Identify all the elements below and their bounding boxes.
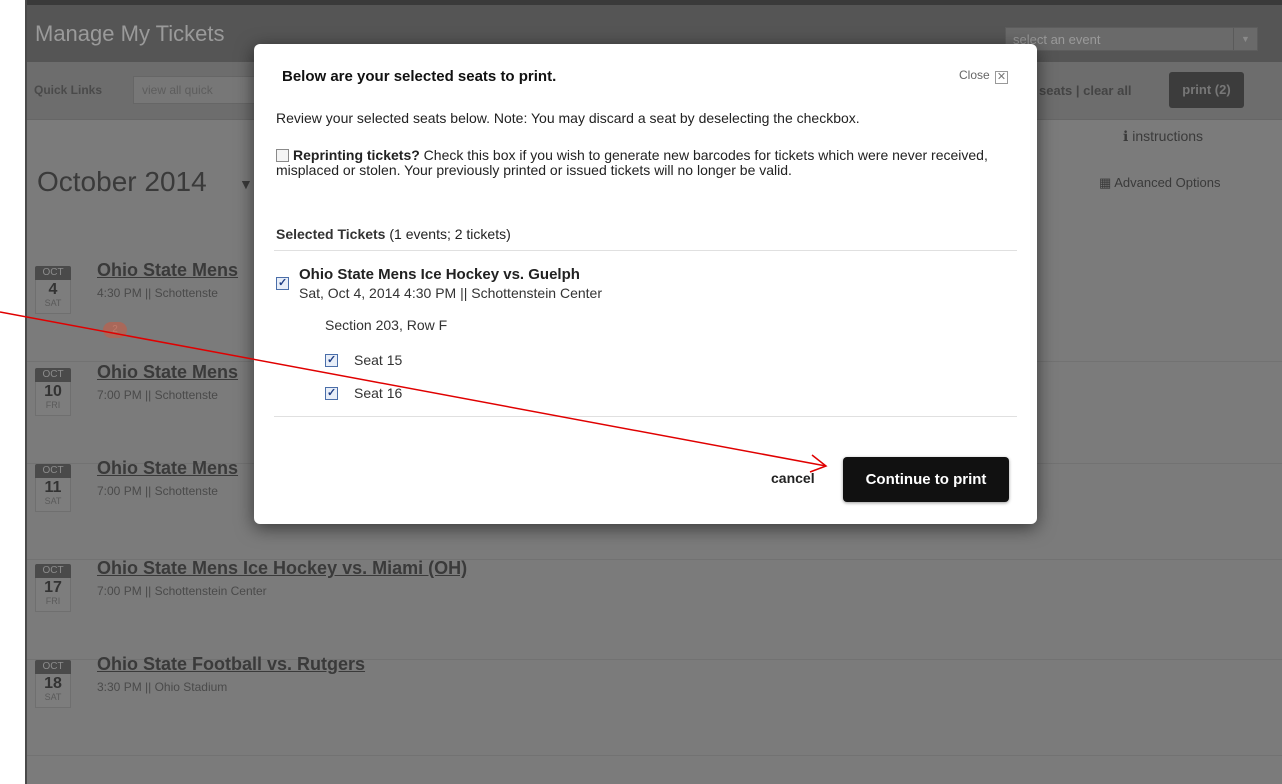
date-weekday: FRI — [45, 400, 61, 410]
close-label: Close — [959, 68, 990, 82]
advanced-options-link[interactable]: ▦ Advanced Options — [1099, 175, 1220, 191]
close-button[interactable]: Close ✕ — [959, 68, 1009, 84]
ticket-event-subtitle: Sat, Oct 4, 2014 4:30 PM || Schottenstei… — [299, 285, 602, 301]
event-select[interactable]: select an event ▼ — [1005, 27, 1258, 51]
event-subtitle: 7:00 PM || Schottenstein Center — [97, 584, 267, 598]
date-badge: OCT 4 SAT — [35, 266, 71, 314]
event-title-link[interactable]: Ohio State Mens — [97, 458, 238, 479]
instructions-link[interactable]: ℹ instructions — [1123, 128, 1203, 145]
date-weekday: FRI — [45, 596, 61, 606]
event-title-link[interactable]: Ohio State Mens — [97, 260, 238, 281]
ticket-event-title: Ohio State Mens Ice Hockey vs. Guelph — [299, 266, 580, 283]
instructions-label: instructions — [1132, 128, 1204, 144]
date-weekday: SAT — [44, 298, 62, 308]
divider — [274, 250, 1017, 251]
selected-tickets-heading: Selected Tickets (1 events; 2 tickets) — [276, 226, 511, 242]
date-day: 10 — [44, 383, 62, 400]
date-month: OCT — [35, 564, 71, 578]
event-title-link[interactable]: Ohio State Football vs. Rutgers — [97, 654, 365, 675]
caret-down-icon[interactable]: ▼ — [239, 176, 253, 192]
divider — [274, 416, 1017, 417]
print-button[interactable]: print (2) — [1169, 72, 1244, 108]
date-day: 11 — [44, 479, 62, 496]
page-title: Manage My Tickets — [35, 21, 225, 46]
date-badge: OCT 10 FRI — [35, 368, 71, 416]
date-day: 4 — [48, 281, 58, 298]
chevron-down-icon[interactable]: ▼ — [1233, 28, 1257, 50]
date-badge: OCT 18 SAT — [35, 660, 71, 708]
date-month: OCT — [35, 464, 71, 478]
grid-icon: ▦ — [1099, 175, 1112, 190]
print-seats-dialog: Below are your selected seats to print. … — [254, 44, 1037, 524]
event-subtitle: 3:30 PM || Ohio Stadium — [97, 680, 228, 694]
seat-item: Seat 16 — [325, 385, 402, 401]
event-subtitle: 7:00 PM || Schottenste — [97, 484, 218, 498]
date-weekday: SAT — [44, 692, 62, 702]
date-month: OCT — [35, 266, 71, 280]
date-day: 17 — [44, 579, 62, 596]
close-icon[interactable]: ✕ — [995, 71, 1009, 84]
event-row[interactable]: OCT 18 SAT Ohio State Football vs. Rutger… — [27, 654, 1282, 756]
seat-item: Seat 15 — [325, 352, 402, 368]
seat-checkbox[interactable] — [325, 353, 338, 367]
month-heading[interactable]: October 2014 — [37, 166, 207, 198]
event-title-link[interactable]: Ohio State Mens Ice Hockey vs. Miami (OH… — [97, 558, 467, 579]
event-subtitle: 4:30 PM || Schottenste — [97, 286, 218, 300]
seat-checkbox[interactable] — [325, 386, 338, 400]
seats-clear-links[interactable]: seats | clear all — [1039, 83, 1132, 98]
date-day: 18 — [44, 675, 62, 692]
info-icon: ℹ — [1123, 128, 1129, 144]
dialog-note: Review your selected seats below. Note: … — [276, 110, 860, 126]
event-title-link[interactable]: Ohio State Mens — [97, 362, 238, 383]
advanced-options-label: Advanced Options — [1114, 175, 1221, 190]
ticket-count-badge: 2 — [103, 322, 127, 338]
date-month: OCT — [35, 368, 71, 382]
event-row[interactable]: OCT 17 FRI Ohio State Mens Ice Hockey vs.… — [27, 558, 1282, 660]
quick-links-input[interactable]: view all quick — [133, 76, 263, 104]
date-month: OCT — [35, 660, 71, 674]
selected-tickets-count: (1 events; 2 tickets) — [385, 226, 511, 242]
reprint-label: Reprinting tickets? — [293, 147, 420, 163]
date-weekday: SAT — [44, 496, 62, 506]
seat-label: Seat 16 — [354, 385, 403, 401]
reprint-option: Reprinting tickets? Check this box if yo… — [276, 148, 1021, 178]
dialog-heading: Below are your selected seats to print. — [282, 68, 557, 85]
date-badge: OCT 17 FRI — [35, 564, 71, 612]
cancel-link[interactable]: cancel — [771, 470, 815, 486]
continue-to-print-button[interactable]: Continue to print — [843, 457, 1009, 502]
event-checkbox[interactable] — [276, 276, 289, 290]
quick-links-label: Quick Links — [34, 83, 103, 97]
ticket-section-row: Section 203, Row F — [325, 317, 448, 333]
event-subtitle: 7:00 PM || Schottenste — [97, 388, 218, 402]
date-badge: OCT 11 SAT — [35, 464, 71, 512]
reprint-checkbox[interactable] — [276, 149, 289, 162]
selected-tickets-label: Selected Tickets — [276, 226, 386, 242]
seat-label: Seat 15 — [354, 352, 403, 368]
